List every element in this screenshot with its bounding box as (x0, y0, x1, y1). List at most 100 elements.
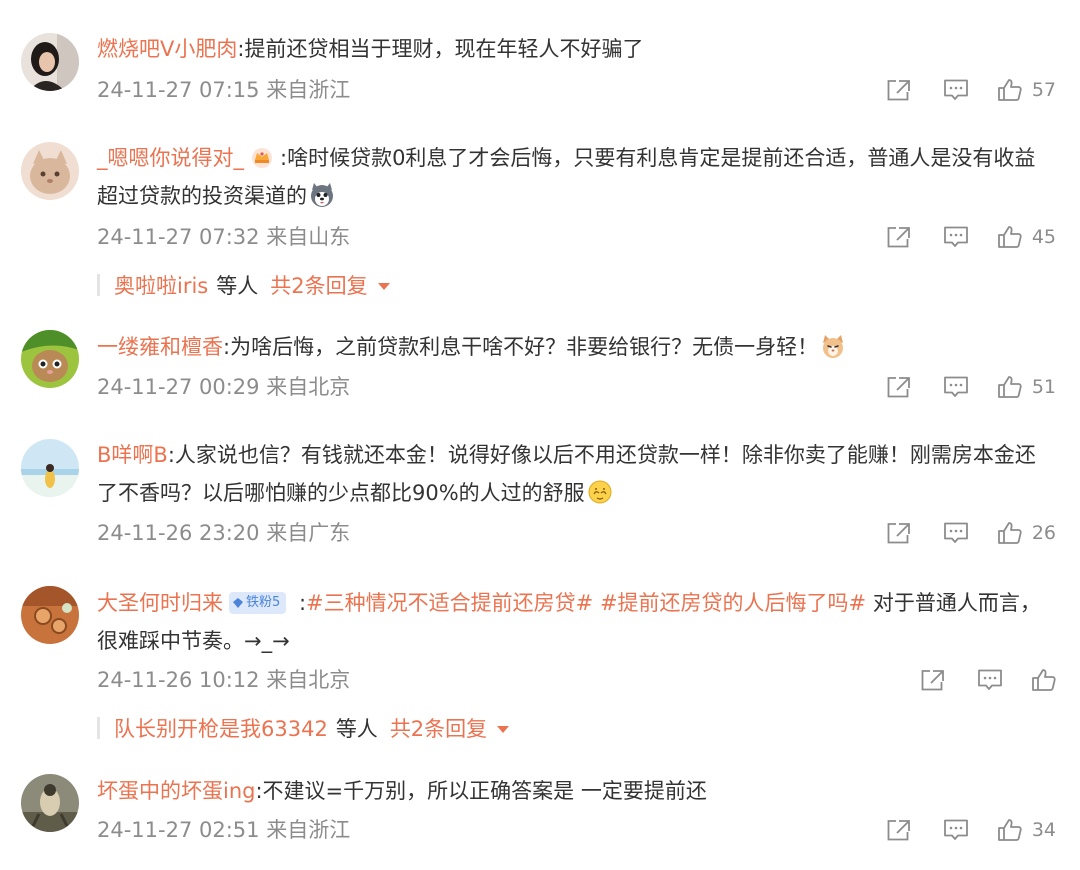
comment-button[interactable] (943, 818, 969, 842)
comment-actions: 26 (886, 518, 1056, 548)
comment-username[interactable]: 一缕雍和檀香 (97, 335, 223, 359)
comment-text: 一缕雍和檀香:为啥后悔，之前贷款利息干啥不好？非要给银行？无债一身轻！ (97, 328, 1046, 366)
comment-content: :提前还贷相当于理财，现在年轻人不好骗了 (237, 37, 644, 61)
reply-username[interactable]: 队长别开枪是我63342 (114, 713, 328, 743)
comment-actions: 57 (886, 75, 1056, 105)
comment-username[interactable]: 坏蛋中的坏蛋ing (97, 779, 255, 803)
share-icon (887, 377, 910, 398)
avatar[interactable] (21, 586, 79, 644)
like-count: 57 (1031, 79, 1056, 101)
comment-icon (978, 669, 1002, 690)
comment-actions (920, 665, 1056, 695)
like-count: 45 (1031, 226, 1056, 248)
like-button[interactable]: 57 (997, 78, 1056, 102)
share-button[interactable] (886, 225, 912, 249)
topic-link[interactable]: #提前还房贷的人后悔了吗# (600, 591, 866, 615)
share-button[interactable] (886, 818, 912, 842)
fan-badge[interactable]: 铁粉5 (229, 592, 287, 614)
avatar[interactable] (21, 142, 79, 200)
comment-meta: 24-11-27 02:51 来自浙江 (97, 815, 350, 845)
comment-button[interactable] (943, 375, 969, 399)
comment-location: 来自北京 (266, 375, 351, 399)
comment-time: 24-11-27 02:51 (97, 818, 260, 842)
comment-location: 来自广东 (266, 521, 351, 545)
comment-icon (943, 79, 968, 100)
caret-down-icon (377, 282, 390, 290)
share-icon (921, 670, 944, 691)
thumbs-up-icon (997, 79, 1022, 101)
view-replies-button[interactable]: 共2条回复 (270, 270, 390, 300)
like-button[interactable]: 26 (997, 521, 1056, 545)
comment-location: 来自浙江 (266, 818, 351, 842)
thumbs-up-icon (997, 376, 1022, 398)
comment-location: 来自北京 (266, 668, 351, 692)
comment-meta: 24-11-27 07:32 来自山东 (97, 222, 350, 252)
comment-username[interactable]: 燃烧吧V小肥肉 (97, 37, 237, 61)
reply-username[interactable]: 奥啦啦iris (114, 270, 208, 300)
comment-content: :为啥后悔，之前贷款利息干啥不好？非要给银行？无债一身轻！ (223, 335, 819, 359)
share-icon (887, 227, 910, 248)
comment-actions: 51 (886, 372, 1056, 402)
share-button[interactable] (886, 78, 912, 102)
comment-text: 坏蛋中的坏蛋ing:不建议=千万别，所以正确答案是 一定要提前还 (97, 772, 1046, 810)
comment-text: _嗯嗯你说得对_:啥时候贷款0利息了才会后悔，只要有利息肯定是提前还合适，普通人… (97, 139, 1046, 215)
comment-content-prefix: : (292, 591, 307, 615)
comment-username[interactable]: B咩啊B (97, 443, 168, 467)
caret-down-icon (497, 725, 510, 733)
comment-username[interactable]: _嗯嗯你说得对_ (97, 146, 244, 170)
share-icon (887, 820, 910, 841)
thumbs-up-icon (997, 819, 1022, 841)
comment-text: 燃烧吧V小肥肉:提前还贷相当于理财，现在年轻人不好骗了 (97, 30, 1046, 68)
comment-text: 大圣何时归来 铁粉5 :#三种情况不适合提前还房贷# #提前还房贷的人后悔了吗# … (97, 584, 1046, 660)
reply-total: 共2条回复 (270, 274, 368, 298)
cat-emoji-icon (823, 335, 844, 358)
comment-location: 来自浙江 (266, 78, 351, 102)
comment-icon (943, 226, 968, 247)
thumbs-up-icon (1032, 669, 1056, 691)
reply-others-label: 等人 (216, 274, 259, 298)
reply-others-label: 等人 (335, 717, 378, 741)
like-button[interactable]: 51 (997, 375, 1056, 399)
diamond-icon (233, 598, 243, 608)
share-button[interactable] (886, 521, 912, 545)
avatar[interactable] (21, 439, 79, 497)
comment-time: 24-11-26 23:20 (97, 521, 260, 545)
share-icon (887, 80, 910, 101)
comment-username[interactable]: 大圣何时归来 (97, 591, 223, 615)
like-button[interactable] (1031, 668, 1056, 692)
share-icon (887, 523, 910, 544)
comment-icon (943, 819, 968, 840)
reply-summary: 队长别开枪是我63342 等人 共2条回复 (97, 713, 510, 743)
reply-summary: 奥啦啦iris 等人 共2条回复 (97, 270, 390, 300)
avatar[interactable] (21, 33, 79, 91)
like-button[interactable]: 34 (997, 818, 1056, 842)
comment-button[interactable] (977, 668, 1003, 692)
share-button[interactable] (886, 375, 912, 399)
comment-content: :不建议=千万别，所以正确答案是 一定要提前还 (255, 779, 707, 803)
comment-button[interactable] (943, 78, 969, 102)
avatar[interactable] (21, 330, 79, 388)
like-count: 26 (1031, 522, 1056, 544)
comment-location: 来自山东 (266, 225, 351, 249)
comment-meta: 24-11-26 23:20 来自广东 (97, 518, 350, 548)
topic-link[interactable]: #三种情况不适合提前还房贷# (306, 591, 593, 615)
like-count: 34 (1031, 819, 1056, 841)
view-replies-button[interactable]: 共2条回复 (389, 713, 510, 743)
avatar[interactable] (21, 774, 79, 832)
like-button[interactable]: 45 (997, 225, 1056, 249)
like-count: 51 (1031, 376, 1056, 398)
thumbs-up-icon (997, 522, 1022, 544)
reply-total: 共2条回复 (389, 717, 488, 741)
comment-button[interactable] (943, 521, 969, 545)
comment-meta: 24-11-27 00:29 来自北京 (97, 372, 350, 402)
share-button[interactable] (920, 668, 946, 692)
comment-time: 24-11-27 00:29 (97, 375, 260, 399)
thumbs-up-icon (997, 226, 1022, 248)
comment-time: 24-11-26 10:12 (97, 668, 260, 692)
fan-badge-label: 铁粉5 (246, 595, 281, 610)
comment-icon (943, 522, 968, 543)
comment-text: B咩啊B:人家说也信？有钱就还本金！说得好像以后不用还贷款一样！除非你卖了能赚！… (97, 436, 1046, 512)
comment-button[interactable] (943, 225, 969, 249)
comment-time: 24-11-27 07:32 (97, 225, 260, 249)
comment-icon (943, 376, 968, 397)
